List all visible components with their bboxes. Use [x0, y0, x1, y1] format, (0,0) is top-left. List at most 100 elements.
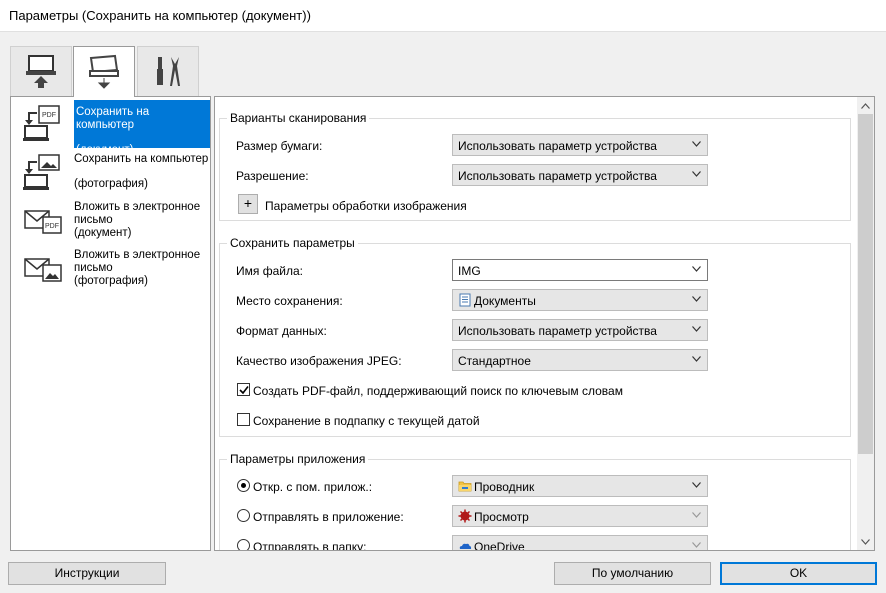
radio-selected-dot	[241, 483, 246, 488]
resolution-value: Использовать параметр устройства	[458, 169, 657, 183]
date-subfolder-row: Сохранение в подпапку с текущей датой	[237, 409, 837, 433]
paper-size-row: Размер бумаги: Использовать параметр уст…	[236, 134, 836, 158]
mail-pdf-icon: PDF	[23, 203, 67, 241]
documents-folder-icon	[459, 293, 471, 307]
jpeg-quality-dropdown[interactable]: Стандартное	[452, 349, 708, 371]
list-item-line2: письмо	[74, 262, 113, 274]
computer-upload-icon	[26, 54, 56, 88]
chevron-down-icon	[692, 482, 701, 488]
date-subfolder-label[interactable]: Сохранение в подпапку с текущей датой	[253, 414, 480, 428]
list-item-save-to-computer-document[interactable]: PDF Сохранить на компьютер (документ)	[11, 98, 210, 156]
svg-text:PDF: PDF	[45, 223, 59, 230]
file-name-value: IMG	[458, 264, 481, 278]
list-item-line1: Вложить в электронное	[74, 249, 201, 261]
defaults-button[interactable]: По умолчанию	[554, 562, 711, 585]
list-item-email-document[interactable]: PDF Вложить в электронное письмо (докуме…	[11, 197, 210, 245]
ok-button[interactable]: OK	[720, 562, 877, 585]
save-location-dropdown[interactable]: Документы	[452, 289, 708, 311]
jpeg-quality-value: Стандартное	[458, 354, 531, 368]
date-subfolder-checkbox[interactable]	[237, 413, 250, 426]
ok-button-label: OK	[789, 566, 808, 580]
list-item-label: Вложить в электронное письмо (фотография…	[74, 249, 210, 288]
list-item-line3: (документ)	[74, 227, 132, 239]
expand-image-processing-button[interactable]: +	[238, 194, 258, 214]
photo-to-computer-icon	[23, 153, 67, 191]
pdf-to-computer-icon: PDF	[23, 104, 67, 142]
settings-panel: Варианты сканирования Размер бумаги: Исп…	[214, 96, 875, 551]
viewer-app-icon	[458, 509, 472, 523]
paper-size-dropdown[interactable]: Использовать параметр устройства	[452, 134, 708, 156]
chevron-down-icon	[692, 356, 701, 362]
list-item-line3: (фотография)	[74, 275, 148, 287]
scanner-save-icon	[89, 54, 119, 89]
title-bar: Параметры (Сохранить на компьютер (докум…	[0, 0, 886, 32]
send-to-app-label[interactable]: Отправлять в приложение:	[253, 510, 404, 524]
send-to-app-radio[interactable]	[237, 509, 250, 522]
tab-computer[interactable]	[10, 46, 72, 96]
resolution-row: Разрешение: Использовать параметр устрой…	[236, 164, 836, 188]
paper-size-value: Использовать параметр устройства	[458, 139, 657, 153]
paper-size-label: Размер бумаги:	[236, 139, 323, 153]
list-item-line2: (фотография)	[74, 178, 148, 190]
data-format-label: Формат данных:	[236, 324, 327, 338]
scrollbar-thumb[interactable]	[858, 114, 873, 454]
save-location-row: Место сохранения: Документы	[236, 289, 836, 313]
chevron-down-icon	[692, 512, 701, 518]
open-with-dropdown[interactable]: Проводник	[452, 475, 708, 497]
chevron-down-icon	[692, 326, 701, 332]
list-item-save-to-computer-photo[interactable]: Сохранить на компьютер (фотография)	[11, 147, 210, 195]
send-to-folder-radio[interactable]	[237, 539, 250, 550]
save-location-label: Место сохранения:	[236, 294, 343, 308]
list-item-line1: Вложить в электронное	[74, 201, 201, 213]
send-to-folder-row: Отправлять в папку: OneDrive	[237, 535, 837, 551]
mail-photo-icon	[23, 251, 67, 289]
group-title: Сохранить параметры	[227, 236, 358, 250]
open-with-radio[interactable]	[237, 479, 250, 492]
open-with-row: Откр. с пом. прилож.: Проводник	[237, 475, 837, 499]
scan-target-list: PDF Сохранить на компьютер (документ) Со…	[10, 96, 211, 551]
save-options-group: Сохранить параметры Имя файла: IMG Место…	[219, 236, 851, 437]
chevron-down-icon	[692, 542, 701, 548]
save-location-value: Документы	[474, 294, 536, 308]
send-to-folder-value: OneDrive	[474, 540, 525, 551]
jpeg-quality-label: Качество изображения JPEG:	[236, 354, 402, 368]
tab-scan-settings[interactable]	[73, 46, 135, 97]
chevron-down-icon	[692, 266, 701, 272]
checkmark-icon	[239, 386, 249, 395]
file-name-combobox[interactable]: IMG	[452, 259, 708, 281]
scroll-up-arrow-icon[interactable]	[857, 97, 874, 114]
scroll-down-arrow-icon[interactable]	[857, 533, 874, 550]
instructions-button-label: Инструкции	[54, 566, 120, 580]
searchable-pdf-label[interactable]: Создать PDF-файл, поддерживающий поиск п…	[253, 384, 623, 398]
list-item-label: Вложить в электронное письмо (документ)	[74, 201, 210, 240]
searchable-pdf-row: Создать PDF-файл, поддерживающий поиск п…	[237, 379, 837, 403]
instructions-button[interactable]: Инструкции	[8, 562, 166, 585]
list-item-email-photo[interactable]: Вложить в электронное письмо (фотография…	[11, 245, 210, 293]
send-to-folder-label[interactable]: Отправлять в папку:	[253, 540, 366, 550]
vertical-scrollbar[interactable]	[857, 97, 874, 550]
image-processing-label[interactable]: Параметры обработки изображения	[265, 199, 467, 213]
onedrive-icon	[459, 543, 472, 549]
chevron-down-icon	[692, 171, 701, 177]
list-item-line2: письмо	[74, 214, 113, 226]
searchable-pdf-checkbox[interactable]	[237, 383, 250, 396]
tools-icon	[157, 56, 180, 86]
data-format-value: Использовать параметр устройства	[458, 324, 657, 338]
svg-text:PDF: PDF	[42, 112, 56, 119]
list-item-line1: Сохранить на компьютер	[76, 106, 150, 131]
jpeg-quality-row: Качество изображения JPEG: Стандартное	[236, 349, 836, 373]
data-format-dropdown[interactable]: Использовать параметр устройства	[452, 319, 708, 341]
chevron-down-icon	[692, 141, 701, 147]
open-with-label[interactable]: Откр. с пом. прилож.:	[253, 480, 372, 494]
send-to-folder-dropdown[interactable]: OneDrive	[452, 535, 708, 551]
chevron-down-icon	[692, 296, 701, 302]
tab-tools[interactable]	[137, 46, 199, 96]
resolution-label: Разрешение:	[236, 169, 309, 183]
resolution-dropdown[interactable]: Использовать параметр устройства	[452, 164, 708, 186]
send-to-app-dropdown[interactable]: Просмотр	[452, 505, 708, 527]
scan-options-group: Варианты сканирования Размер бумаги: Исп…	[219, 111, 851, 221]
group-title: Варианты сканирования	[227, 111, 370, 125]
send-to-app-row: Отправлять в приложение: Просмотр	[237, 505, 837, 529]
file-name-row: Имя файла: IMG	[236, 259, 836, 283]
list-item-label: Сохранить на компьютер (фотография)	[74, 153, 210, 191]
